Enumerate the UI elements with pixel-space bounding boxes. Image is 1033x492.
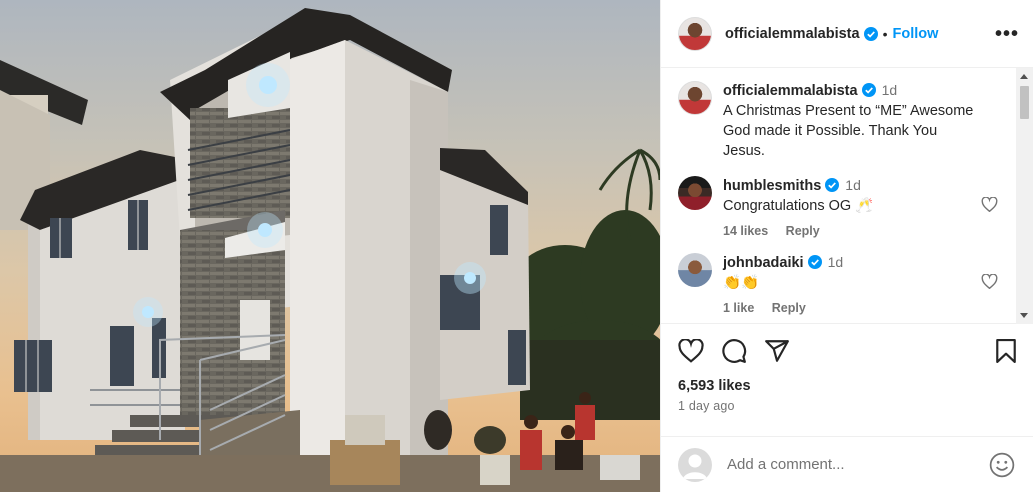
like-button[interactable] — [678, 339, 704, 363]
save-button[interactable] — [995, 339, 1017, 363]
caption-text: A Christmas Present to “ME” Awesome God … — [723, 103, 974, 159]
comment-likes[interactable]: 1 like — [723, 301, 754, 315]
comment-time[interactable]: 1d — [845, 177, 861, 193]
comment-text: 👏👏 — [723, 275, 760, 291]
comment-likes[interactable]: 14 likes — [723, 224, 768, 238]
commenter-avatar[interactable] — [678, 253, 712, 287]
comment-time[interactable]: 1d — [828, 254, 844, 270]
emoji-button[interactable] — [989, 452, 1015, 478]
verified-badge-icon — [861, 83, 876, 97]
scroll-down-arrow[interactable] — [1020, 313, 1028, 318]
action-bar — [661, 324, 1033, 378]
current-user-avatar[interactable] — [678, 447, 712, 482]
post-side-panel: officialemmalabista • Follow ••• officia… — [660, 0, 1033, 492]
comment-like-heart-icon[interactable] — [981, 274, 998, 289]
photo-house — [0, 8, 660, 492]
comment-text: Congratulations OG 🥂 — [723, 198, 874, 214]
more-options-icon[interactable]: ••• — [995, 24, 1019, 44]
default-user-icon — [683, 454, 707, 479]
comments-scrollbar[interactable] — [1016, 68, 1033, 324]
separator-dot: • — [882, 25, 888, 42]
verified-badge-icon — [825, 178, 840, 192]
verified-badge-icon — [863, 26, 878, 41]
scroll-up-arrow[interactable] — [1020, 74, 1028, 79]
comment-item: humblesmiths 1d Congratulations OG 🥂 14 l… — [661, 175, 1033, 238]
author-username[interactable]: officialemmalabista — [725, 26, 860, 42]
share-button[interactable] — [764, 339, 790, 363]
post-photo[interactable] — [0, 0, 660, 492]
comment-like-heart-icon[interactable] — [981, 197, 998, 212]
comment-icon — [722, 339, 747, 363]
verified-badge-icon — [807, 255, 822, 269]
comment-button[interactable] — [721, 338, 747, 364]
commenter-username[interactable]: humblesmiths — [723, 178, 821, 194]
post-header: officialemmalabista • Follow ••• — [661, 0, 1033, 68]
likes-count[interactable]: 6,593 likes — [661, 378, 1033, 394]
emoji-icon — [989, 452, 1015, 477]
heart-icon — [678, 339, 704, 363]
caption-time[interactable]: 1d — [882, 82, 898, 98]
caption-author-avatar[interactable] — [678, 81, 712, 115]
caption-author-username[interactable]: officialemmalabista — [723, 83, 858, 99]
post-timestamp[interactable]: 1 day ago — [661, 399, 1033, 413]
caption: officialemmalabista 1d A Christmas Presen… — [661, 80, 1033, 161]
bookmark-icon — [996, 339, 1016, 363]
comment-item: johnbadaiki 1d 👏👏 1 like Reply — [661, 252, 1033, 315]
share-icon — [765, 340, 789, 362]
follow-button[interactable]: Follow — [892, 26, 938, 42]
reply-button[interactable]: Reply — [772, 301, 806, 315]
commenter-username[interactable]: johnbadaiki — [723, 255, 804, 271]
scrollbar-thumb[interactable] — [1020, 86, 1029, 119]
post-modal: officialemmalabista • Follow ••• officia… — [0, 0, 1033, 492]
comments-list[interactable]: officialemmalabista 1d A Christmas Presen… — [661, 68, 1033, 324]
reply-button[interactable]: Reply — [786, 224, 820, 238]
author-avatar[interactable] — [678, 16, 712, 51]
comment-input[interactable] — [727, 456, 989, 473]
commenter-avatar[interactable] — [678, 176, 712, 210]
add-comment-bar — [661, 436, 1033, 492]
